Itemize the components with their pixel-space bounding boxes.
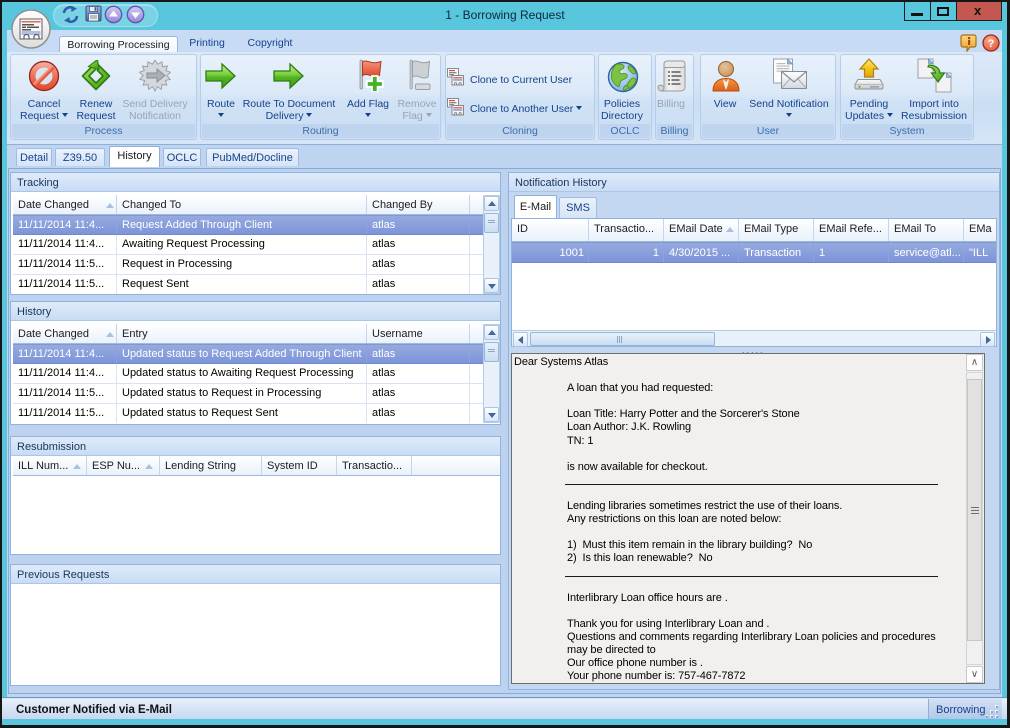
svg-text:?: ? (988, 38, 995, 50)
